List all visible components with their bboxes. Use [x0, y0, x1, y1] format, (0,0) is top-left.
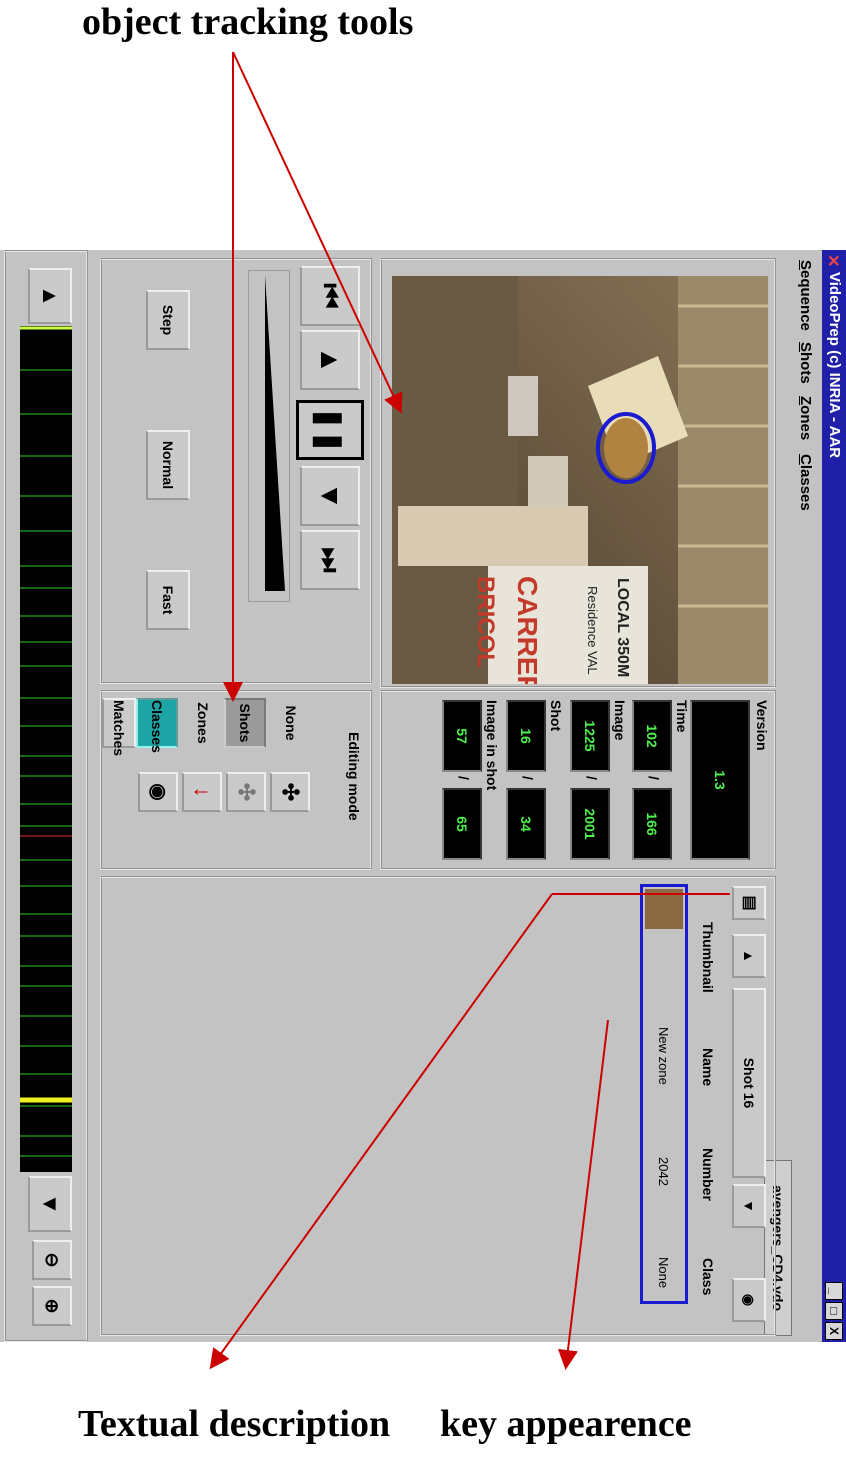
- column-number: Number: [700, 1148, 716, 1201]
- row-class: None: [656, 1257, 671, 1289]
- image-separator: /: [584, 776, 600, 780]
- image-label: Image: [612, 700, 628, 741]
- window-title: VideoPrep (c) INRIA - AAR: [826, 272, 843, 459]
- row-name: New zone: [656, 1027, 671, 1085]
- menu-sequence[interactable]: Sequence: [797, 260, 814, 331]
- time-total: 166: [632, 788, 672, 860]
- row-thumbnail: [645, 889, 683, 929]
- title-bar: ✕ VideoPrep (c) INRIA - AAR _ □ X: [822, 250, 846, 1342]
- image-total: 2001: [570, 788, 610, 860]
- svg-text:Residence VAL: Residence VAL: [585, 586, 600, 675]
- timeline-strip[interactable]: [20, 326, 72, 1172]
- puzzle-icon[interactable]: ✣: [270, 772, 310, 812]
- mode-none[interactable]: None: [268, 698, 310, 748]
- puzzle-add-icon[interactable]: ✣: [226, 772, 266, 812]
- menu-shots[interactable]: Shots: [797, 342, 814, 384]
- menu-classes[interactable]: Classes: [797, 454, 814, 511]
- zone-list-panel: ▤ ▲ Shot 16 ▼ ◉ Thumbnail Name Number Cl…: [100, 876, 776, 1336]
- tracked-object: [604, 418, 648, 478]
- up-arrow-icon[interactable]: ▲: [732, 934, 766, 978]
- timeline-start-icon[interactable]: ▲: [28, 268, 72, 324]
- image-in-shot-separator: /: [456, 776, 472, 780]
- annotation-object-tracking: object tracking tools: [82, 1, 414, 43]
- pause-icon[interactable]: ❚❚: [296, 400, 364, 460]
- minimize-icon[interactable]: _: [825, 1282, 843, 1300]
- image-in-shot-total: 65: [442, 788, 482, 860]
- mode-classes[interactable]: Classes: [136, 698, 178, 753]
- shot-label: Shot: [548, 700, 564, 732]
- last-frame-icon[interactable]: ⏭: [300, 530, 360, 590]
- timeline-panel: ▲ ▼ ⊖ ⊕: [4, 250, 88, 1342]
- image-in-shot-current: 57: [442, 700, 482, 772]
- camera-icon[interactable]: ◉: [138, 772, 178, 812]
- shot-selector[interactable]: Shot 16: [732, 988, 766, 1178]
- annotation-key-appearance: key appearence: [440, 1403, 692, 1445]
- app-logo-icon: ✕: [824, 254, 841, 268]
- time-label: Time: [674, 700, 690, 733]
- image-current: 1225: [570, 700, 610, 772]
- app-window: ✕ VideoPrep (c) INRIA - AAR _ □ X Sequen…: [0, 250, 846, 1342]
- column-class: Class: [700, 1258, 716, 1296]
- mode-zones[interactable]: Zones: [180, 698, 222, 748]
- version-display: 1.3: [690, 700, 750, 860]
- shot-separator: /: [520, 776, 536, 780]
- camera-icon[interactable]: ◉: [732, 1278, 766, 1322]
- speed-slider[interactable]: [248, 270, 290, 602]
- image-in-shot-label: Image in shot: [484, 700, 500, 791]
- zoom-in-icon[interactable]: ⊕: [32, 1286, 72, 1326]
- speed-fast-button[interactable]: Fast: [146, 570, 190, 630]
- time-current: 102: [632, 700, 672, 772]
- annotation-textual-description: Textual description: [78, 1403, 391, 1445]
- mode-matches[interactable]: Matches: [102, 698, 136, 756]
- down-arrow-icon[interactable]: ▼: [732, 1184, 766, 1228]
- transport-panel: ⏮ ▲ ❚❚ ▼ ⏭ Step Normal Fast: [100, 258, 372, 684]
- document-icon[interactable]: ▤: [732, 886, 766, 920]
- time-separator: /: [646, 776, 662, 780]
- editing-mode-panel: Editing mode None Shots Zones Classes Ma…: [100, 690, 372, 870]
- editing-mode-title: Editing mode: [346, 732, 362, 821]
- shot-total: 34: [506, 788, 546, 860]
- play-forward-icon[interactable]: ▼: [300, 466, 360, 526]
- close-icon[interactable]: X: [825, 1322, 843, 1340]
- version-label: Version: [754, 700, 770, 751]
- video-panel: LOCAL 350M Residence VAL CARREFO BRICOL: [380, 258, 776, 688]
- mode-shots[interactable]: Shots: [224, 698, 266, 748]
- menu-zones[interactable]: Zones: [797, 396, 814, 440]
- play-backward-icon[interactable]: ▲: [300, 330, 360, 390]
- shot-current: 16: [506, 700, 546, 772]
- speed-normal-button[interactable]: Normal: [146, 430, 190, 500]
- puzzle-down-icon[interactable]: ↓: [182, 772, 222, 812]
- table-row[interactable]: New zone 2042 None: [640, 884, 688, 1304]
- menu-bar: Sequence Shots Zones Classes avengers_CD…: [764, 250, 822, 1342]
- first-frame-icon[interactable]: ⏮: [300, 266, 360, 326]
- column-thumbnail: Thumbnail: [700, 922, 716, 993]
- info-panel: Version 1.3 Time 102 / 166 Image 1225 / …: [380, 690, 776, 870]
- svg-text:BRICOL: BRICOL: [472, 576, 499, 668]
- speed-step-button[interactable]: Step: [146, 290, 190, 350]
- video-frame[interactable]: LOCAL 350M Residence VAL CARREFO BRICOL: [392, 276, 768, 684]
- svg-text:CARREFO: CARREFO: [512, 576, 543, 684]
- zoom-out-icon[interactable]: ⊖: [32, 1240, 72, 1280]
- column-name: Name: [700, 1048, 716, 1087]
- timeline-end-icon[interactable]: ▼: [28, 1176, 72, 1232]
- row-number: 2042: [656, 1157, 671, 1186]
- maximize-icon[interactable]: □: [825, 1302, 843, 1320]
- svg-text:LOCAL 350M: LOCAL 350M: [614, 578, 631, 677]
